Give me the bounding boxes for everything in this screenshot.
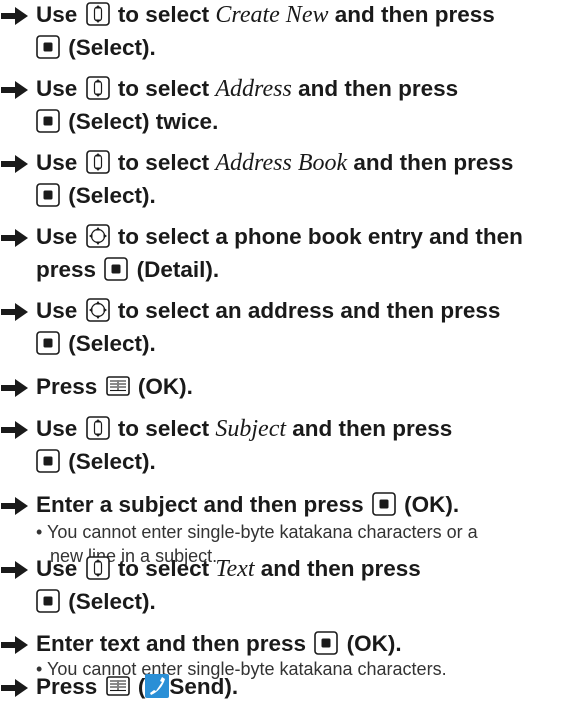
center-key-icon <box>36 35 60 59</box>
step-text: to select a phone book entry and then <box>117 224 523 249</box>
step-text: Use <box>36 416 78 441</box>
menu-item-name: Address <box>215 76 292 102</box>
center-key-icon <box>372 492 396 516</box>
step-text: (Select). <box>68 183 156 208</box>
arrow-icon <box>0 6 29 26</box>
step-text: ( <box>137 674 146 699</box>
arrow-icon <box>0 378 29 398</box>
step-text: to select <box>117 2 210 27</box>
step-8-line-1: Enter a subject and then press (OK). <box>36 490 459 520</box>
step-text: and then press <box>353 150 514 175</box>
updown-key-icon <box>86 76 110 100</box>
step-8-note-1: • You cannot enter single-byte katakana … <box>36 522 478 542</box>
step-text: (Select) twice. <box>68 109 219 134</box>
step-text: Use <box>36 556 78 581</box>
step-3-line-1: Use to select Address Book and then pres… <box>36 148 513 178</box>
step-9-line-2: (Select). <box>36 587 156 617</box>
step-text: (Select). <box>68 589 156 614</box>
step-text: and then press <box>260 556 421 581</box>
step-4-line-1: Use to select a phone book entry and the… <box>36 222 523 252</box>
step-10-line-1: Enter text and then press (OK). <box>36 629 402 659</box>
step-2-line-1: Use to select Address and then press <box>36 74 458 104</box>
updown-key-icon <box>86 2 110 26</box>
book-key-icon <box>106 674 130 698</box>
center-key-icon <box>36 589 60 613</box>
step-11-line-1: Press ( Send). <box>36 672 238 702</box>
step-text: and then press <box>334 2 495 27</box>
arrow-icon <box>0 678 29 698</box>
center-key-icon <box>36 449 60 473</box>
step-text: (OK). <box>346 631 402 656</box>
multi-key-icon <box>86 224 110 248</box>
menu-item-name: Address Book <box>215 150 348 176</box>
updown-key-icon <box>86 416 110 440</box>
step-text: (Detail). <box>136 257 220 282</box>
step-1-line-2: (Select). <box>36 33 156 63</box>
center-key-icon <box>36 183 60 207</box>
step-5-line-1: Use to select an address and then press <box>36 296 500 326</box>
step-text: Use <box>36 224 78 249</box>
step-text: (OK). <box>137 374 193 399</box>
step-7-line-1: Use to select Subject and then press <box>36 414 452 444</box>
step-5-line-2: (Select). <box>36 329 156 359</box>
step-text: press <box>36 257 97 282</box>
step-text: Use <box>36 150 78 175</box>
step-text: (OK). <box>404 492 460 517</box>
phone-icon <box>145 674 169 698</box>
arrow-icon <box>0 80 29 100</box>
arrow-icon <box>0 302 29 322</box>
menu-item-name: Subject <box>215 416 287 442</box>
step-4-line-2: press (Detail). <box>36 255 219 285</box>
step-text: Use <box>36 76 78 101</box>
step-text: (Select). <box>68 331 156 356</box>
step-text: Use <box>36 298 78 323</box>
step-6-line-1: Press (OK). <box>36 372 193 402</box>
step-text: to select <box>117 150 210 175</box>
multi-key-icon <box>86 298 110 322</box>
step-text: Send). <box>169 674 239 699</box>
step-text: Enter text and then press <box>36 631 307 656</box>
step-text: (Select). <box>68 35 156 60</box>
center-key-icon <box>36 109 60 133</box>
step-text: Use <box>36 2 78 27</box>
arrow-icon <box>0 635 29 655</box>
menu-item-name: Text <box>215 556 255 582</box>
step-9-line-1: Use to select Text and then press <box>36 554 421 584</box>
step-text: Press <box>36 674 98 699</box>
arrow-icon <box>0 560 29 580</box>
center-key-icon <box>36 331 60 355</box>
step-text: and then press <box>292 416 453 441</box>
step-text: to select <box>117 556 210 581</box>
step-text: to select <box>117 76 210 101</box>
step-text: to select <box>117 416 210 441</box>
center-key-icon <box>314 631 338 655</box>
step-7-line-2: (Select). <box>36 447 156 477</box>
step-text: (Select). <box>68 449 156 474</box>
step-text: Press <box>36 374 98 399</box>
step-2-line-2: (Select) twice. <box>36 107 218 137</box>
step-1-line-1: Use to select Create New and then press <box>36 0 495 30</box>
step-text: and then press <box>298 76 459 101</box>
updown-key-icon <box>86 150 110 174</box>
arrow-icon <box>0 228 29 248</box>
updown-key-icon <box>86 556 110 580</box>
book-key-icon <box>106 374 130 398</box>
arrow-icon <box>0 496 29 516</box>
step-3-line-2: (Select). <box>36 181 156 211</box>
arrow-icon <box>0 420 29 440</box>
step-text: Enter a subject and then press <box>36 492 364 517</box>
arrow-icon <box>0 154 29 174</box>
menu-item-name: Create New <box>215 2 329 28</box>
center-key-icon <box>104 257 128 281</box>
step-text: to select an address and then press <box>117 298 501 323</box>
